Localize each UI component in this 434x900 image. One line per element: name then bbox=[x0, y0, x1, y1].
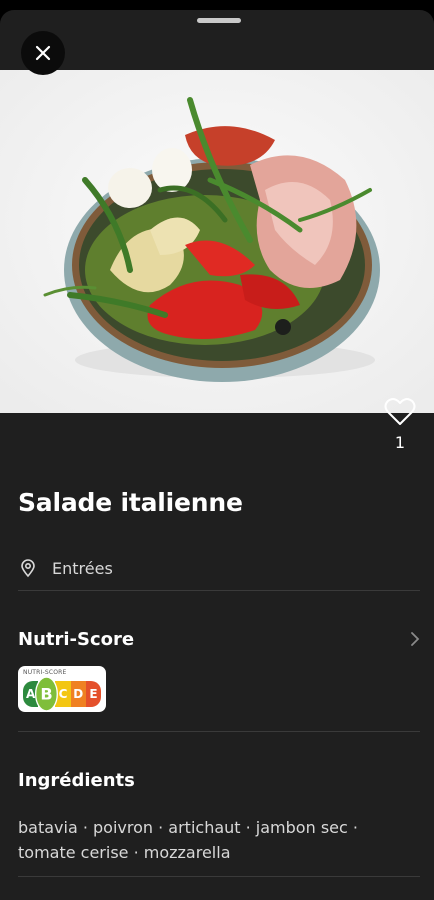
nutri-score-row[interactable]: Nutri-Score bbox=[18, 623, 420, 655]
recipe-photo bbox=[0, 70, 434, 413]
salad-bowl-image bbox=[0, 70, 434, 413]
recipe-category: Entrées bbox=[18, 555, 113, 581]
ingredients-title: Ingrédients bbox=[18, 770, 135, 791]
divider bbox=[18, 590, 420, 591]
nutri-score-title: Nutri-Score bbox=[18, 628, 135, 650]
nutri-score-badge-label: NUTRI-SCORE bbox=[23, 669, 67, 676]
sheet-grabber[interactable] bbox=[197, 18, 241, 23]
nutri-score-scale: A B C D E bbox=[23, 676, 102, 712]
close-button[interactable] bbox=[21, 31, 65, 75]
grade-d: D bbox=[70, 681, 86, 707]
like-count: 1 bbox=[394, 433, 406, 452]
divider bbox=[18, 876, 420, 877]
divider bbox=[18, 731, 420, 732]
ingredients-list: batavia · poivron · artichaut · jambon s… bbox=[18, 818, 358, 862]
close-icon bbox=[35, 45, 51, 61]
recipe-title: Salade italienne bbox=[18, 488, 243, 517]
grade-e: E bbox=[85, 681, 102, 707]
chevron-right-icon[interactable] bbox=[410, 631, 420, 647]
nutri-score-badge: NUTRI-SCORE A B C D E bbox=[18, 666, 106, 712]
recipe-sheet: 1 Salade italienne Entrées Nutri-Score N… bbox=[0, 10, 434, 900]
category-label: Entrées bbox=[52, 558, 113, 578]
like-control[interactable]: 1 bbox=[382, 397, 418, 452]
location-pin-icon bbox=[18, 558, 38, 578]
heart-icon[interactable] bbox=[384, 397, 416, 427]
